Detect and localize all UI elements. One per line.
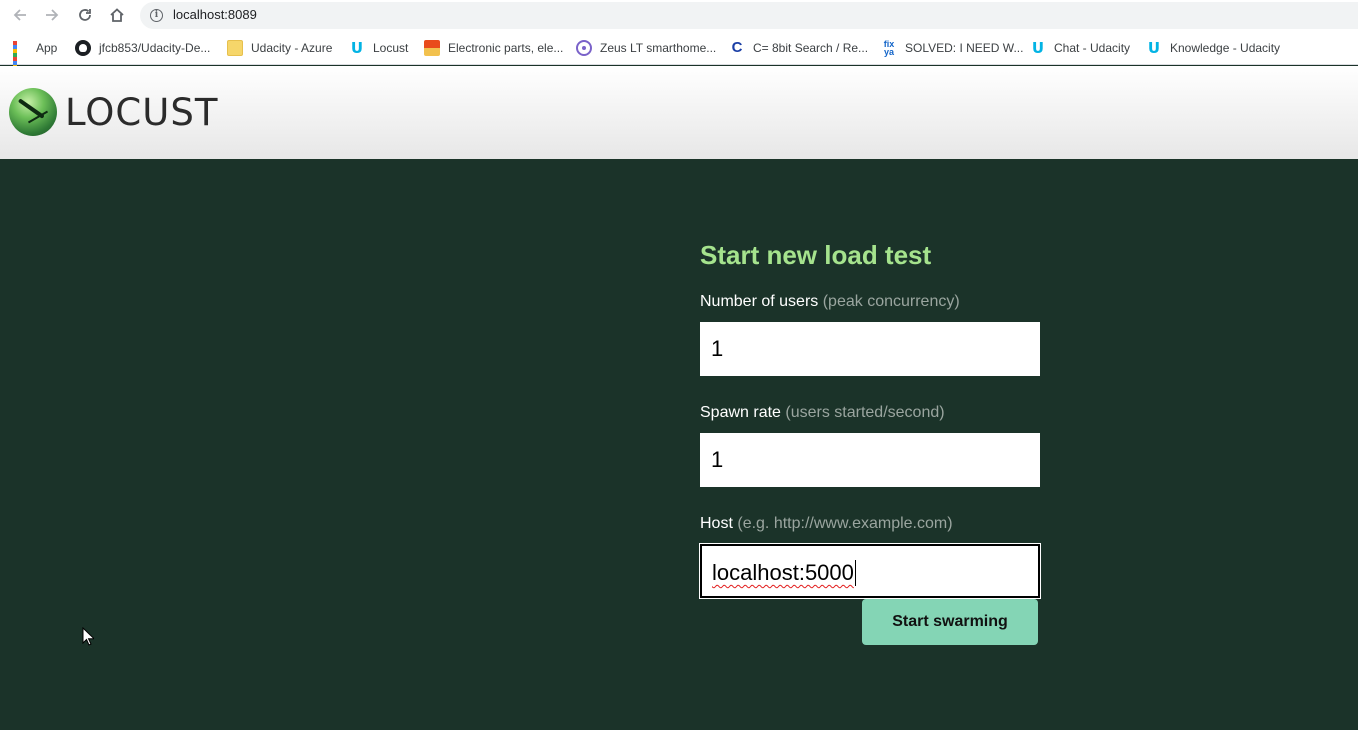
commodore-icon: C: [731, 39, 743, 56]
bookmark-zeus[interactable]: Zeus LT smarthome...: [576, 39, 716, 57]
forward-button[interactable]: [40, 4, 64, 26]
bookmark-label: App: [36, 41, 58, 55]
reload-button[interactable]: [73, 4, 97, 26]
info-icon[interactable]: i: [150, 9, 163, 22]
locust-logo[interactable]: LOCUST: [9, 88, 218, 136]
bookmarks-bar: App jfcb853/Udacity-De... Udacity - Azur…: [0, 31, 1358, 77]
bookmark-electronic-parts[interactable]: Electronic parts, ele...: [424, 39, 563, 57]
host-label-text: Host: [700, 515, 733, 532]
text-caret: [855, 560, 856, 586]
udacity-icon: U: [350, 39, 364, 57]
bookmark-label: Locust: [373, 41, 409, 55]
bookmark-chat-udacity[interactable]: U Chat - Udacity: [1030, 39, 1130, 57]
host-label: Host (e.g. http://www.example.com): [700, 515, 1040, 534]
electronics-icon: [424, 40, 440, 56]
bookmark-udacity-azure[interactable]: Udacity - Azure: [227, 39, 332, 57]
folder-icon: [227, 40, 243, 56]
back-button[interactable]: [8, 4, 32, 26]
bookmark-label: C= 8bit Search / Re...: [753, 41, 869, 55]
host-input[interactable]: localhost:5000: [700, 544, 1040, 598]
bookmark-label: Knowledge - Udacity: [1170, 41, 1281, 55]
bookmark-locust[interactable]: U Locust: [349, 39, 408, 57]
bookmark-label: Chat - Udacity: [1054, 41, 1131, 55]
bookmark-label: jfcb853/Udacity-De...: [99, 41, 211, 55]
url-text: localhost:8089: [173, 7, 257, 22]
bookmark-c8bit[interactable]: C C= 8bit Search / Re...: [729, 39, 868, 57]
spawn-rate-input[interactable]: [700, 433, 1040, 487]
browser-toolbar: i localhost:8089: [0, 0, 1358, 31]
start-load-test-form: Start new load test Number of users (pea…: [700, 240, 1040, 626]
host-hint: (e.g. http://www.example.com): [737, 515, 953, 532]
users-label: Number of users (peak concurrency): [700, 293, 1040, 312]
start-swarming-button[interactable]: Start swarming: [862, 599, 1038, 645]
locust-logo-icon: [9, 88, 57, 136]
address-bar[interactable]: i localhost:8089: [140, 2, 1358, 29]
users-input[interactable]: [700, 322, 1040, 376]
bookmark-label: SOLVED: I NEED W...: [905, 41, 1024, 55]
apps-grid-icon: [12, 40, 28, 77]
bookmark-label: Zeus LT smarthome...: [600, 41, 717, 55]
bookmark-knowledge-udacity[interactable]: U Knowledge - Udacity: [1146, 39, 1280, 57]
bookmark-github[interactable]: jfcb853/Udacity-De...: [75, 39, 210, 57]
home-button[interactable]: [105, 4, 129, 26]
spawn-rate-label: Spawn rate (users started/second): [700, 404, 1040, 423]
fixya-icon: fix ya: [883, 39, 895, 57]
host-input-value: localhost:5000: [712, 560, 854, 585]
spawn-rate-label-text: Spawn rate: [700, 404, 781, 421]
spawn-rate-hint: (users started/second): [785, 404, 945, 421]
bookmark-fixya[interactable]: fix ya SOLVED: I NEED W...: [881, 39, 1024, 57]
logo-text: LOCUST: [65, 90, 219, 134]
app-header: LOCUST: [0, 66, 1358, 159]
bookmark-label: Electronic parts, ele...: [448, 41, 564, 55]
udacity-icon: U: [1147, 39, 1161, 57]
bookmark-label: Udacity - Azure: [251, 41, 333, 55]
github-icon: [75, 40, 91, 56]
atom-icon: [576, 40, 592, 56]
reload-icon: [79, 9, 91, 21]
bookmark-apps[interactable]: App: [12, 39, 58, 77]
home-icon: [110, 8, 124, 22]
arrow-left-icon: [13, 9, 26, 21]
mouse-pointer-icon: [82, 627, 94, 646]
arrow-right-icon: [46, 9, 59, 21]
users-hint: (peak concurrency): [822, 293, 960, 310]
form-title: Start new load test: [700, 240, 932, 270]
users-label-text: Number of users: [700, 293, 819, 310]
udacity-icon: U: [1031, 39, 1045, 57]
